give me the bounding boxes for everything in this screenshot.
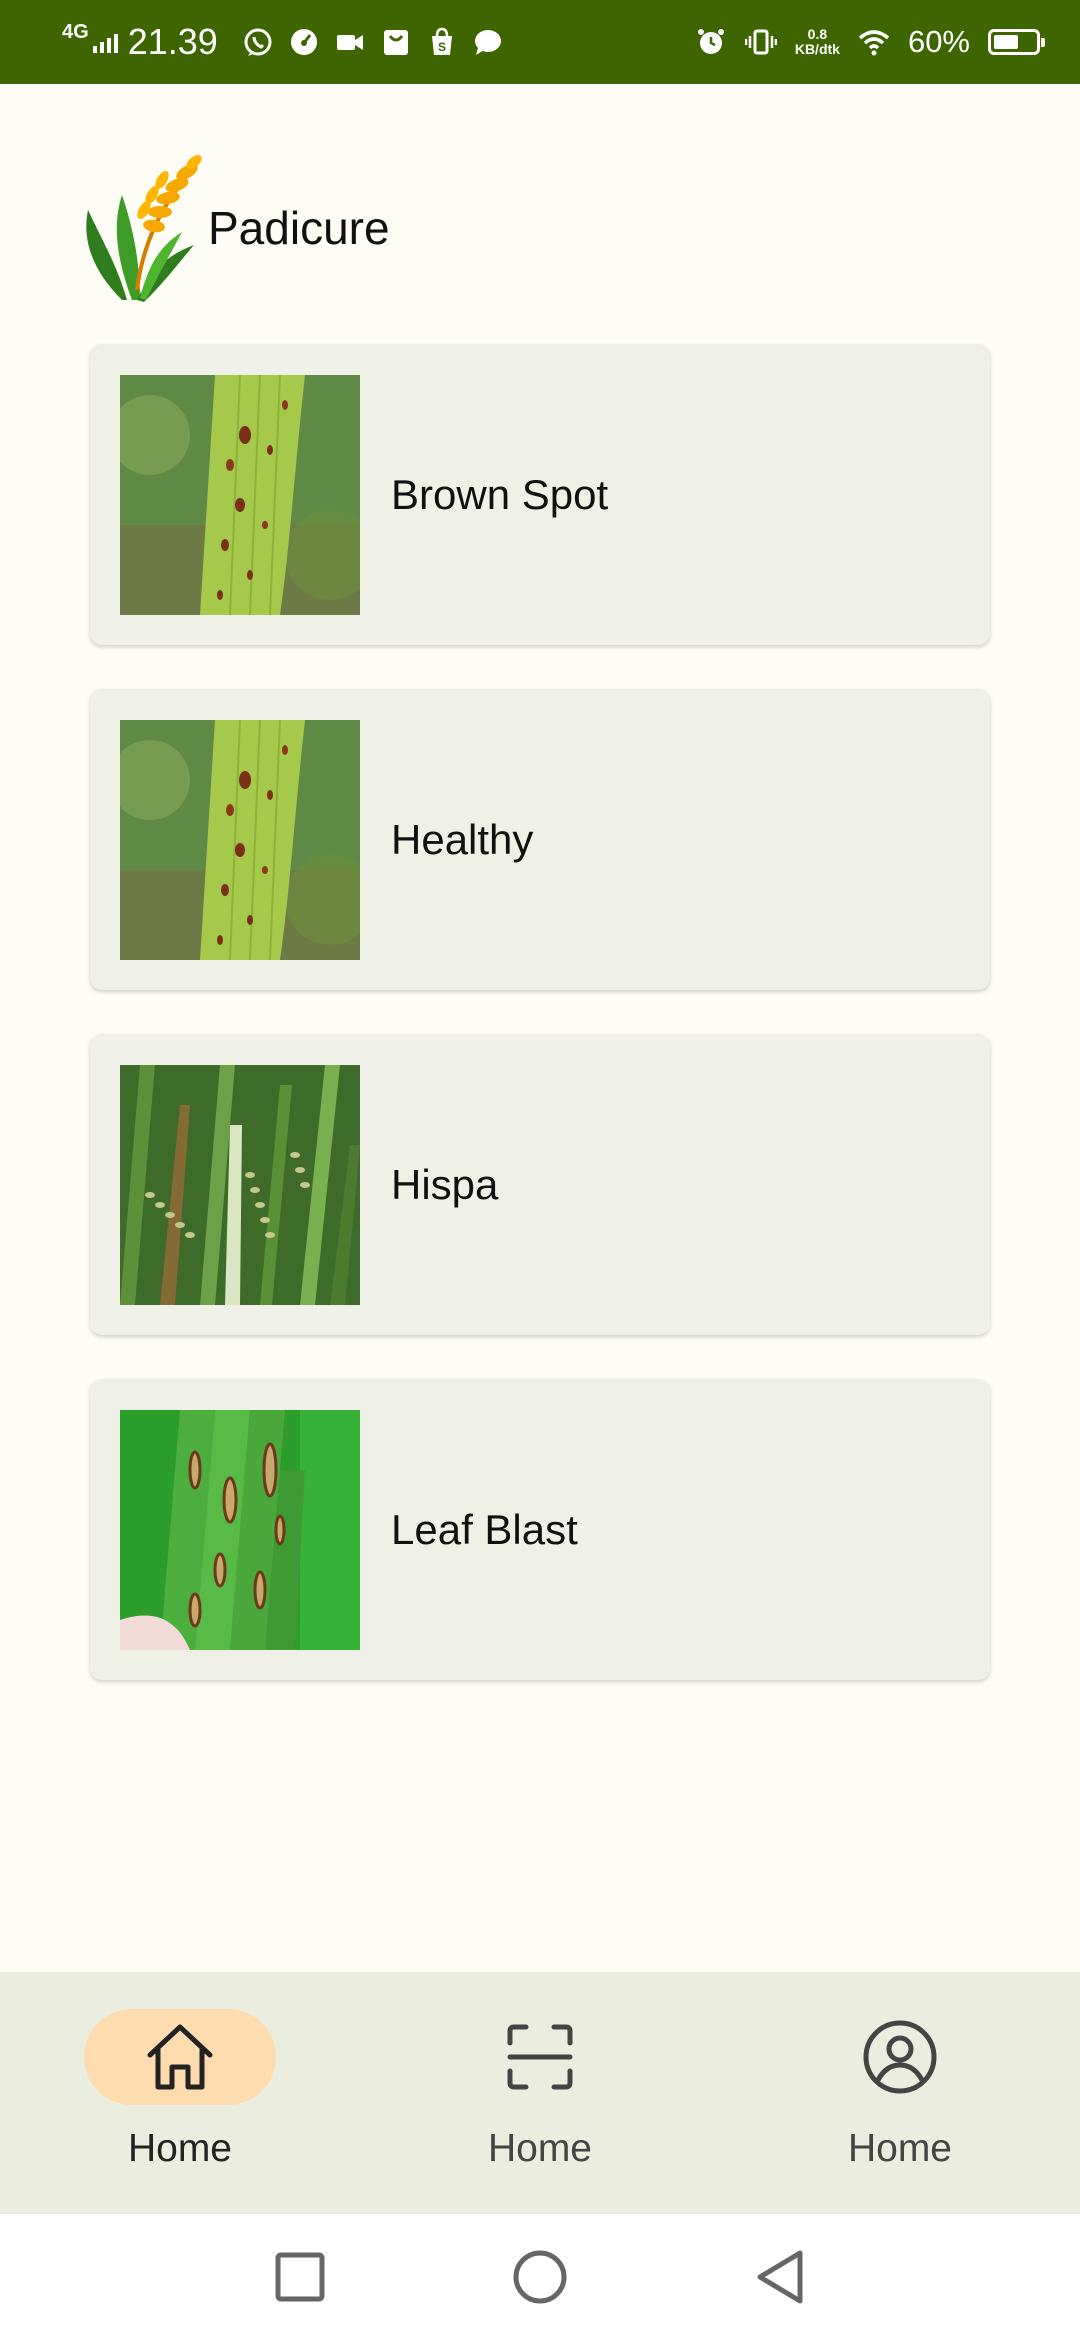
- recent-apps-icon[interactable]: [270, 2247, 330, 2307]
- battery-level: [994, 35, 1018, 49]
- vibrate-icon: [744, 29, 777, 55]
- disease-card-leaf-blast[interactable]: Leaf Blast: [90, 1379, 990, 1680]
- status-time: 21.39: [127, 21, 218, 62]
- home-circle-icon[interactable]: [510, 2247, 570, 2307]
- battery-percent: 60%: [907, 24, 970, 59]
- bottom-navigation: Home Home Home: [0, 1972, 1080, 2214]
- disease-label: Brown Spot: [391, 470, 609, 518]
- net-speed: 0.8 KB/dtk: [794, 26, 840, 57]
- network-type: 4G: [62, 21, 89, 43]
- nav-active-indicator: [84, 2009, 276, 2105]
- nav-item-scan[interactable]: Home: [360, 1972, 720, 2214]
- status-bar: 4G 21.39 S 0.8 KB/dtk 60%: [0, 0, 1080, 84]
- system-navigation-bar: [0, 2214, 1080, 2340]
- nav-pill: [804, 2009, 996, 2105]
- healthy-image: [120, 719, 360, 960]
- whatsapp-icon: [244, 28, 272, 56]
- battery-icon: [988, 29, 1045, 55]
- home-icon: [147, 2024, 213, 2090]
- rice-plant-icon: [86, 155, 202, 302]
- alarm-icon: [697, 29, 724, 54]
- nav-item-profile[interactable]: Home: [720, 1972, 1080, 2214]
- back-icon[interactable]: [750, 2247, 810, 2307]
- nav-label: Home: [847, 2127, 953, 2170]
- nav-label: Home: [127, 2127, 233, 2170]
- hispa-image: [120, 1064, 360, 1305]
- disease-card-healthy[interactable]: Healthy: [90, 689, 990, 990]
- chat-icon: [474, 30, 501, 55]
- nav-pill: [444, 2009, 636, 2105]
- scan-icon: [507, 2024, 573, 2090]
- leaf-blast-image: [120, 1409, 360, 1650]
- brown-spot-image: [120, 374, 360, 615]
- video-call-icon: [336, 35, 363, 50]
- nav-label: Home: [487, 2127, 593, 2170]
- svg-text:S: S: [438, 40, 446, 54]
- disease-list: Brown Spot Healthy Hispa Leaf Blast: [90, 344, 990, 1724]
- shopping-bag-icon: [383, 30, 408, 55]
- disease-label: Leaf Blast: [391, 1505, 578, 1553]
- signal-icon: [92, 31, 118, 53]
- notification-icons: S: [242, 26, 504, 58]
- profile-icon: [863, 2020, 937, 2094]
- system-status-icons: 0.8 KB/dtk 60%: [695, 24, 1045, 60]
- app-header: Padicure: [82, 150, 390, 305]
- disease-label: Hispa: [391, 1160, 499, 1208]
- app-title: Padicure: [208, 201, 390, 254]
- disease-card-brown-spot[interactable]: Brown Spot: [90, 344, 990, 645]
- wifi-icon: [858, 30, 890, 56]
- disease-card-hispa[interactable]: Hispa: [90, 1034, 990, 1335]
- shop-icon: S: [431, 27, 452, 55]
- disease-label: Healthy: [391, 815, 534, 863]
- nav-item-home[interactable]: Home: [0, 1972, 360, 2214]
- speedometer-icon: [290, 29, 317, 55]
